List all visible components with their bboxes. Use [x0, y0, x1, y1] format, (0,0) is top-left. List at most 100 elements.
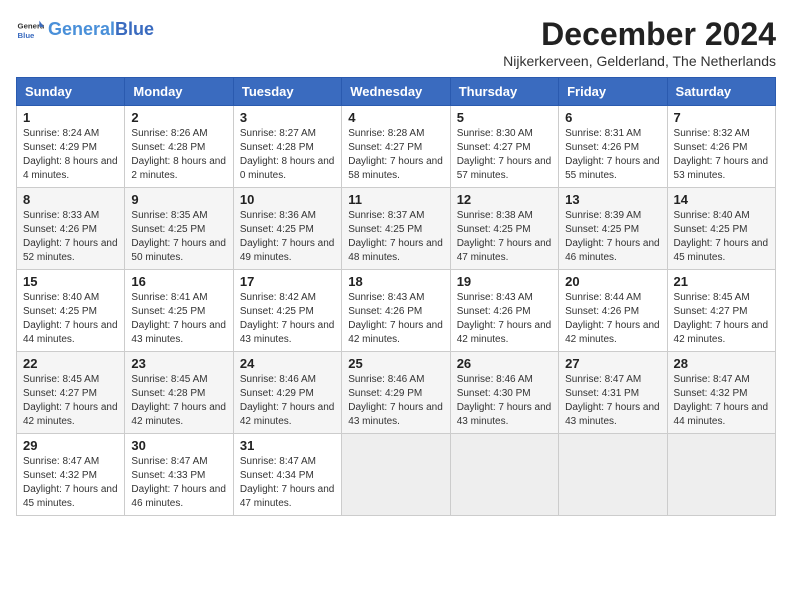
day-number: 3 — [240, 110, 335, 125]
day-number: 30 — [131, 438, 226, 453]
day-info: Sunrise: 8:31 AM Sunset: 4:26 PM Dayligh… — [565, 127, 660, 183]
day-number: 29 — [23, 438, 118, 453]
day-number: 5 — [457, 110, 552, 125]
day-info: Sunrise: 8:36 AM Sunset: 4:25 PM Dayligh… — [240, 209, 335, 265]
calendar-cell: 9 Sunrise: 8:35 AM Sunset: 4:25 PM Dayli… — [125, 188, 233, 270]
day-info: Sunrise: 8:26 AM Sunset: 4:28 PM Dayligh… — [131, 127, 226, 183]
logo-blue: Blue — [115, 19, 154, 39]
calendar-week-5: 29 Sunrise: 8:47 AM Sunset: 4:32 PM Dayl… — [17, 434, 776, 516]
calendar-cell: 22 Sunrise: 8:45 AM Sunset: 4:27 PM Dayl… — [17, 352, 125, 434]
col-wednesday: Wednesday — [342, 78, 450, 106]
day-info: Sunrise: 8:33 AM Sunset: 4:26 PM Dayligh… — [23, 209, 118, 265]
calendar-cell: 25 Sunrise: 8:46 AM Sunset: 4:29 PM Dayl… — [342, 352, 450, 434]
calendar-cell: 8 Sunrise: 8:33 AM Sunset: 4:26 PM Dayli… — [17, 188, 125, 270]
day-info: Sunrise: 8:47 AM Sunset: 4:32 PM Dayligh… — [23, 455, 118, 511]
day-info: Sunrise: 8:27 AM Sunset: 4:28 PM Dayligh… — [240, 127, 335, 183]
calendar-cell: 7 Sunrise: 8:32 AM Sunset: 4:26 PM Dayli… — [667, 106, 775, 188]
calendar-cell: 2 Sunrise: 8:26 AM Sunset: 4:28 PM Dayli… — [125, 106, 233, 188]
calendar-cell: 12 Sunrise: 8:38 AM Sunset: 4:25 PM Dayl… — [450, 188, 558, 270]
col-sunday: Sunday — [17, 78, 125, 106]
calendar-cell: 20 Sunrise: 8:44 AM Sunset: 4:26 PM Dayl… — [559, 270, 667, 352]
day-info: Sunrise: 8:38 AM Sunset: 4:25 PM Dayligh… — [457, 209, 552, 265]
col-thursday: Thursday — [450, 78, 558, 106]
calendar-week-4: 22 Sunrise: 8:45 AM Sunset: 4:27 PM Dayl… — [17, 352, 776, 434]
day-info: Sunrise: 8:47 AM Sunset: 4:33 PM Dayligh… — [131, 455, 226, 511]
calendar-cell: 15 Sunrise: 8:40 AM Sunset: 4:25 PM Dayl… — [17, 270, 125, 352]
day-number: 27 — [565, 356, 660, 371]
calendar-cell: 18 Sunrise: 8:43 AM Sunset: 4:26 PM Dayl… — [342, 270, 450, 352]
calendar-cell: 5 Sunrise: 8:30 AM Sunset: 4:27 PM Dayli… — [450, 106, 558, 188]
calendar-header-row: Sunday Monday Tuesday Wednesday Thursday… — [17, 78, 776, 106]
day-info: Sunrise: 8:30 AM Sunset: 4:27 PM Dayligh… — [457, 127, 552, 183]
calendar-cell: 3 Sunrise: 8:27 AM Sunset: 4:28 PM Dayli… — [233, 106, 341, 188]
calendar-table: Sunday Monday Tuesday Wednesday Thursday… — [16, 77, 776, 516]
day-number: 24 — [240, 356, 335, 371]
calendar-cell: 11 Sunrise: 8:37 AM Sunset: 4:25 PM Dayl… — [342, 188, 450, 270]
calendar-week-1: 1 Sunrise: 8:24 AM Sunset: 4:29 PM Dayli… — [17, 106, 776, 188]
day-number: 4 — [348, 110, 443, 125]
svg-text:Blue: Blue — [18, 31, 36, 40]
day-info: Sunrise: 8:45 AM Sunset: 4:27 PM Dayligh… — [23, 373, 118, 429]
day-info: Sunrise: 8:41 AM Sunset: 4:25 PM Dayligh… — [131, 291, 226, 347]
day-info: Sunrise: 8:46 AM Sunset: 4:29 PM Dayligh… — [240, 373, 335, 429]
location: Nijkerkerveen, Gelderland, The Netherlan… — [503, 53, 776, 69]
day-info: Sunrise: 8:46 AM Sunset: 4:29 PM Dayligh… — [348, 373, 443, 429]
title-block: December 2024 Nijkerkerveen, Gelderland,… — [503, 16, 776, 69]
calendar-cell — [450, 434, 558, 516]
day-info: Sunrise: 8:39 AM Sunset: 4:25 PM Dayligh… — [565, 209, 660, 265]
day-number: 11 — [348, 192, 443, 207]
logo-general: General — [48, 19, 115, 39]
day-number: 17 — [240, 274, 335, 289]
day-number: 13 — [565, 192, 660, 207]
calendar-cell: 30 Sunrise: 8:47 AM Sunset: 4:33 PM Dayl… — [125, 434, 233, 516]
day-number: 31 — [240, 438, 335, 453]
calendar-cell — [342, 434, 450, 516]
col-tuesday: Tuesday — [233, 78, 341, 106]
day-info: Sunrise: 8:24 AM Sunset: 4:29 PM Dayligh… — [23, 127, 118, 183]
calendar-cell: 23 Sunrise: 8:45 AM Sunset: 4:28 PM Dayl… — [125, 352, 233, 434]
day-info: Sunrise: 8:47 AM Sunset: 4:34 PM Dayligh… — [240, 455, 335, 511]
day-number: 20 — [565, 274, 660, 289]
day-number: 7 — [674, 110, 769, 125]
day-number: 22 — [23, 356, 118, 371]
day-number: 9 — [131, 192, 226, 207]
day-number: 6 — [565, 110, 660, 125]
day-info: Sunrise: 8:40 AM Sunset: 4:25 PM Dayligh… — [23, 291, 118, 347]
day-number: 18 — [348, 274, 443, 289]
calendar-cell: 13 Sunrise: 8:39 AM Sunset: 4:25 PM Dayl… — [559, 188, 667, 270]
day-number: 15 — [23, 274, 118, 289]
calendar-cell: 24 Sunrise: 8:46 AM Sunset: 4:29 PM Dayl… — [233, 352, 341, 434]
day-info: Sunrise: 8:45 AM Sunset: 4:27 PM Dayligh… — [674, 291, 769, 347]
col-saturday: Saturday — [667, 78, 775, 106]
day-number: 10 — [240, 192, 335, 207]
logo-icon: General Blue — [16, 16, 44, 44]
calendar-cell: 17 Sunrise: 8:42 AM Sunset: 4:25 PM Dayl… — [233, 270, 341, 352]
day-number: 14 — [674, 192, 769, 207]
calendar-week-2: 8 Sunrise: 8:33 AM Sunset: 4:26 PM Dayli… — [17, 188, 776, 270]
day-number: 21 — [674, 274, 769, 289]
calendar-cell: 4 Sunrise: 8:28 AM Sunset: 4:27 PM Dayli… — [342, 106, 450, 188]
calendar-cell: 10 Sunrise: 8:36 AM Sunset: 4:25 PM Dayl… — [233, 188, 341, 270]
day-info: Sunrise: 8:47 AM Sunset: 4:31 PM Dayligh… — [565, 373, 660, 429]
page-header: General Blue GeneralBlue December 2024 N… — [16, 16, 776, 69]
day-number: 16 — [131, 274, 226, 289]
col-monday: Monday — [125, 78, 233, 106]
calendar-cell: 21 Sunrise: 8:45 AM Sunset: 4:27 PM Dayl… — [667, 270, 775, 352]
day-info: Sunrise: 8:42 AM Sunset: 4:25 PM Dayligh… — [240, 291, 335, 347]
day-info: Sunrise: 8:47 AM Sunset: 4:32 PM Dayligh… — [674, 373, 769, 429]
day-info: Sunrise: 8:40 AM Sunset: 4:25 PM Dayligh… — [674, 209, 769, 265]
day-info: Sunrise: 8:43 AM Sunset: 4:26 PM Dayligh… — [348, 291, 443, 347]
calendar-cell: 1 Sunrise: 8:24 AM Sunset: 4:29 PM Dayli… — [17, 106, 125, 188]
calendar-cell: 26 Sunrise: 8:46 AM Sunset: 4:30 PM Dayl… — [450, 352, 558, 434]
day-info: Sunrise: 8:45 AM Sunset: 4:28 PM Dayligh… — [131, 373, 226, 429]
logo: General Blue GeneralBlue — [16, 16, 154, 44]
calendar-cell: 14 Sunrise: 8:40 AM Sunset: 4:25 PM Dayl… — [667, 188, 775, 270]
calendar-cell: 27 Sunrise: 8:47 AM Sunset: 4:31 PM Dayl… — [559, 352, 667, 434]
day-number: 8 — [23, 192, 118, 207]
calendar-cell: 16 Sunrise: 8:41 AM Sunset: 4:25 PM Dayl… — [125, 270, 233, 352]
day-info: Sunrise: 8:32 AM Sunset: 4:26 PM Dayligh… — [674, 127, 769, 183]
calendar-week-3: 15 Sunrise: 8:40 AM Sunset: 4:25 PM Dayl… — [17, 270, 776, 352]
day-info: Sunrise: 8:35 AM Sunset: 4:25 PM Dayligh… — [131, 209, 226, 265]
month-title: December 2024 — [503, 16, 776, 53]
day-number: 23 — [131, 356, 226, 371]
